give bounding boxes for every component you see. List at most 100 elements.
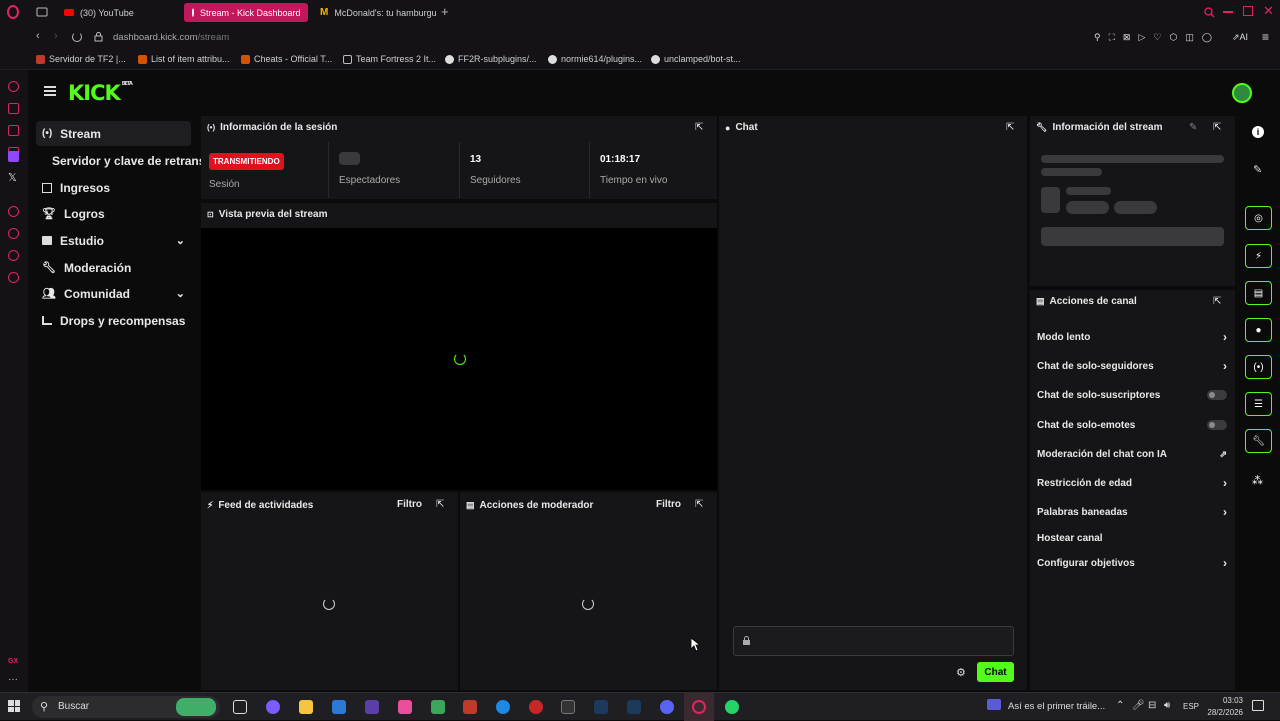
whatsapp-icon[interactable] [725, 700, 739, 714]
windows-start-icon[interactable] [8, 700, 20, 712]
chat-send-button[interactable]: Chat [977, 662, 1014, 682]
notification-center-icon[interactable] [1252, 700, 1264, 711]
filezilla-icon[interactable] [463, 700, 477, 714]
sidebar-item-stream[interactable]: (•) Stream [36, 121, 191, 146]
action-banned-words[interactable]: Palabras baneadas › [1037, 505, 1227, 519]
steam-icon[interactable] [594, 700, 608, 714]
edit-icon[interactable]: ✎ [1189, 122, 1197, 133]
discord-icon[interactable] [660, 700, 674, 714]
rail-button-actions[interactable]: ☰ [1245, 392, 1272, 416]
opera-logo-icon[interactable] [6, 5, 20, 19]
rail-button-mod-log[interactable]: ▤ [1245, 281, 1272, 305]
lock-icon[interactable] [94, 32, 103, 42]
sidebar-item-estudio[interactable]: Estudio ⌄ [36, 228, 191, 253]
bookmark-item[interactable]: List of item attribu... [138, 54, 230, 64]
pin-icon[interactable]: ⚲ [1094, 32, 1101, 43]
tab-islands-icon[interactable] [36, 7, 48, 17]
file-explorer-icon[interactable] [299, 700, 313, 714]
kick-logo[interactable]: KICK BETA [68, 81, 133, 105]
reload-icon[interactable] [72, 32, 82, 42]
epic-games-icon[interactable] [561, 700, 575, 714]
chat-input[interactable] [733, 626, 1014, 656]
search-icon[interactable] [1204, 7, 1215, 18]
more-icon[interactable]: ··· [8, 674, 18, 685]
bookmark-item[interactable]: Cheats - Official T... [241, 54, 332, 64]
popout-icon[interactable]: ⇱ [436, 499, 444, 510]
popout-icon[interactable]: ⇱ [695, 499, 703, 510]
popout-icon[interactable]: ⇱ [1006, 122, 1014, 133]
taskbar-search-input[interactable]: ⚲ Buscar [32, 696, 220, 718]
rail-button-activity[interactable]: ⚡︎ [1245, 244, 1272, 268]
profile-icon[interactable]: ◯ [1202, 32, 1212, 43]
microphone-icon[interactable]: 🎤︎ [1132, 700, 1145, 711]
history-icon[interactable] [8, 228, 19, 239]
aria-icon[interactable] [8, 81, 19, 92]
extensions-icon[interactable] [8, 250, 19, 261]
rail-button-clip[interactable]: ◎ [1245, 206, 1272, 230]
volume-icon[interactable]: 🔊︎ [1164, 700, 1170, 711]
ai-button[interactable]: ⇗AI [1232, 32, 1248, 43]
action-ai-moderation[interactable]: Moderación del chat con IA ⇗ [1037, 447, 1227, 461]
action-emotes-only[interactable]: Chat de solo-emotes [1037, 418, 1227, 432]
play-icon[interactable]: ▷ [1138, 32, 1145, 43]
bookmark-item[interactable]: unclamped/bot-st... [651, 54, 741, 64]
filter-button[interactable]: Filtro [656, 499, 681, 510]
action-followers-only[interactable]: Chat de solo-seguidores › [1037, 359, 1227, 373]
popout-icon[interactable]: ⇱ [1213, 296, 1221, 307]
rail-button-session[interactable]: (•) [1245, 355, 1272, 379]
sidebar-item-comunidad[interactable]: 👥︎ Comunidad ⌄ [36, 281, 191, 306]
sidebar-item-server-key[interactable]: Servidor y clave de retransm [46, 148, 202, 173]
settings-icon[interactable] [8, 272, 19, 283]
player-icon[interactable] [8, 206, 19, 217]
messenger-icon[interactable] [8, 125, 19, 136]
tray-chevron-up-icon[interactable]: ⌃ [1116, 700, 1124, 711]
new-tab-button[interactable]: + [441, 4, 449, 19]
back-icon[interactable]: ‹ [36, 30, 40, 42]
copilot-icon[interactable] [266, 700, 280, 714]
notification-text[interactable]: Así es el primer tráile... [1008, 701, 1105, 712]
clock[interactable]: 03:03 28/2/2026 [1205, 696, 1243, 717]
info-icon[interactable]: i [1252, 126, 1264, 138]
sidebar-item-moderacion[interactable]: 🔧︎ Moderación [36, 255, 191, 280]
wallet-icon[interactable]: ◫ [1185, 32, 1194, 43]
more-widgets-icon[interactable]: ⁂ [1252, 474, 1263, 487]
network-icon[interactable]: ⊟ [1148, 700, 1156, 711]
app-icon[interactable] [529, 700, 543, 714]
action-goals[interactable]: Configurar objetivos › [1037, 556, 1227, 570]
bookmark-item[interactable]: FF2R-subplugins/... [445, 54, 537, 64]
rail-button-chat[interactable]: ● [1245, 318, 1272, 342]
action-slow-mode[interactable]: Modo lento › [1037, 330, 1227, 344]
action-host-channel[interactable]: Hostear canal [1037, 531, 1227, 545]
extensions-icon[interactable]: ⬡ [1169, 32, 1177, 43]
edge-icon[interactable] [496, 700, 510, 714]
close-icon[interactable]: ✕ [1263, 3, 1274, 19]
menu-icon[interactable]: ≡ [1262, 30, 1269, 44]
minimize-icon[interactable] [1223, 11, 1233, 13]
gx-icon[interactable]: GX [8, 658, 18, 665]
rail-button-tools[interactable]: 🔧︎ [1245, 429, 1272, 453]
toggle-switch[interactable] [1207, 420, 1227, 430]
app-icon[interactable] [398, 700, 412, 714]
action-subscribers-only[interactable]: Chat de solo-suscriptores [1037, 388, 1227, 402]
opera-taskbar-button[interactable] [684, 693, 714, 721]
block-icon[interactable]: ⊠ [1123, 32, 1131, 43]
sidebar-item-ingresos[interactable]: Ingresos [36, 175, 191, 200]
bookmark-item[interactable]: Team Fortress 2 It... [343, 54, 436, 64]
popout-icon[interactable]: ⇱ [1213, 122, 1221, 133]
task-view-icon[interactable] [233, 700, 247, 714]
x-icon[interactable]: 𝕏 [8, 171, 17, 184]
tab-mcdonalds[interactable]: M McDonald's: tu hamburgue [312, 3, 436, 22]
hamburger-icon[interactable] [44, 86, 56, 96]
twitch-icon[interactable] [8, 151, 19, 162]
stream-preview-video[interactable] [201, 228, 717, 490]
app-icon[interactable] [365, 700, 379, 714]
tab-youtube[interactable]: (30) YouTube [56, 3, 176, 22]
filter-button[interactable]: Filtro [397, 499, 422, 510]
bag-icon[interactable] [8, 103, 19, 114]
avatar[interactable] [1232, 83, 1252, 103]
popout-icon[interactable]: ⇱ [695, 122, 703, 133]
heart-icon[interactable]: ♡ [1153, 32, 1161, 43]
action-age-restriction[interactable]: Restricción de edad › [1037, 476, 1227, 490]
screenshot-icon[interactable]: ⛶ [1109, 32, 1115, 43]
forward-icon[interactable]: › [54, 30, 58, 42]
